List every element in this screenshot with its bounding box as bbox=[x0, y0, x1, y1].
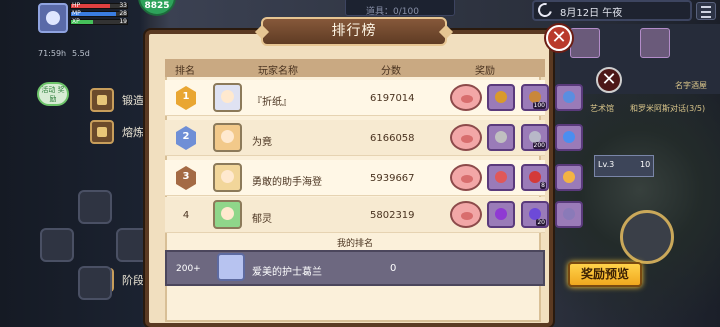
header-player: 玩家名称 bbox=[258, 66, 298, 77]
dpad[interactable] bbox=[40, 190, 150, 300]
gold-counter[interactable]: 8825 bbox=[138, 0, 176, 16]
mp-value: 28 bbox=[119, 10, 127, 17]
my-rank-title: 我的排名 bbox=[336, 239, 373, 249]
location-text: 名字酒屋 bbox=[675, 81, 707, 90]
mp-label: MP bbox=[72, 10, 81, 17]
game-screen: { "hud": { "hp_label": "HP", "hp_value":… bbox=[0, 0, 720, 327]
reward-item-icon[interactable]: 100 bbox=[521, 84, 549, 111]
dpad-up[interactable] bbox=[78, 190, 112, 224]
level-2: 10 bbox=[640, 160, 651, 169]
reward-item-icon[interactable]: 20 bbox=[521, 201, 549, 228]
player-name: 为竟 bbox=[252, 137, 272, 148]
date-time: 8月12日 午夜 bbox=[560, 8, 623, 19]
event-badge[interactable]: 活动 奖励 bbox=[37, 82, 69, 106]
level-1: Lv.3 bbox=[598, 160, 615, 169]
reward-preview-button[interactable]: 奖励预览 bbox=[568, 262, 642, 287]
quest-text: 和罗米阿斯对话(3/5) bbox=[630, 104, 706, 113]
timer-1: 71:59h bbox=[38, 49, 67, 58]
player-avatar-1 bbox=[213, 83, 242, 112]
player-score: 6166058 bbox=[370, 133, 415, 144]
player-avatar-3 bbox=[213, 163, 242, 192]
my-rank: 200+ bbox=[176, 264, 201, 274]
reward-item-icon[interactable] bbox=[555, 124, 583, 151]
pig-reward-icon[interactable] bbox=[450, 124, 482, 151]
xp-value: 19 bbox=[119, 18, 127, 25]
player-name: 『折纸』 bbox=[252, 97, 292, 108]
reward-item-icon[interactable] bbox=[487, 124, 515, 151]
skill-orb[interactable] bbox=[620, 210, 674, 264]
reward-item-icon[interactable] bbox=[555, 84, 583, 111]
my-score: 0 bbox=[390, 263, 397, 274]
player-avatar-4 bbox=[213, 200, 242, 229]
my-avatar bbox=[217, 253, 245, 281]
anvil-icon bbox=[90, 88, 114, 112]
shop-icon[interactable] bbox=[570, 28, 600, 58]
reward-item-icon[interactable] bbox=[487, 164, 515, 191]
header-score: 分数 bbox=[381, 66, 401, 77]
player-name: 郁灵 bbox=[252, 214, 272, 225]
timer-2: 5.5d bbox=[72, 49, 90, 58]
dpad-down[interactable] bbox=[78, 266, 112, 300]
npc-icon[interactable] bbox=[640, 28, 670, 58]
xp-label: XP bbox=[72, 18, 80, 25]
rank-medal-icon: 3 bbox=[176, 166, 196, 190]
player-score: 6197014 bbox=[370, 93, 415, 104]
pig-reward-icon[interactable] bbox=[450, 84, 482, 111]
reward-item-icon[interactable] bbox=[487, 201, 515, 228]
side-close-icon[interactable]: ✕ bbox=[596, 67, 622, 93]
location-text-2: 艺术馆 bbox=[590, 104, 614, 113]
player-score: 5802319 bbox=[370, 210, 415, 221]
rank-number: 4 bbox=[182, 210, 190, 221]
furnace-icon bbox=[90, 120, 114, 144]
player-name: 勇敢的助手海登 bbox=[252, 177, 322, 188]
pig-reward-icon[interactable] bbox=[450, 201, 482, 228]
reward-item-icon[interactable] bbox=[487, 84, 515, 111]
reward-item-icon[interactable] bbox=[555, 201, 583, 228]
rank-medal-icon: 2 bbox=[176, 126, 196, 150]
reward-item-icon[interactable] bbox=[555, 164, 583, 191]
menu-button[interactable] bbox=[696, 2, 716, 20]
leaderboard-title: 排行榜 bbox=[261, 17, 447, 46]
my-name: 爱美的护士葛兰 bbox=[252, 267, 322, 278]
header-rank: 排名 bbox=[175, 66, 195, 77]
dpad-left[interactable] bbox=[40, 228, 74, 262]
player-score: 5939667 bbox=[370, 173, 415, 184]
rank-medal-icon: 1 bbox=[176, 86, 196, 110]
player-avatar[interactable] bbox=[38, 3, 68, 33]
pig-reward-icon[interactable] bbox=[450, 164, 482, 191]
hp-value: 33 bbox=[119, 2, 127, 9]
header-reward: 奖励 bbox=[475, 66, 495, 77]
player-avatar-2 bbox=[213, 123, 242, 152]
reward-item-icon[interactable]: 8 bbox=[521, 164, 549, 191]
hp-label: HP bbox=[72, 2, 81, 9]
close-icon[interactable]: ✕ bbox=[546, 25, 572, 51]
item-progress: 道具：0/100 bbox=[345, 0, 455, 17]
reward-item-icon[interactable]: 200 bbox=[521, 124, 549, 151]
